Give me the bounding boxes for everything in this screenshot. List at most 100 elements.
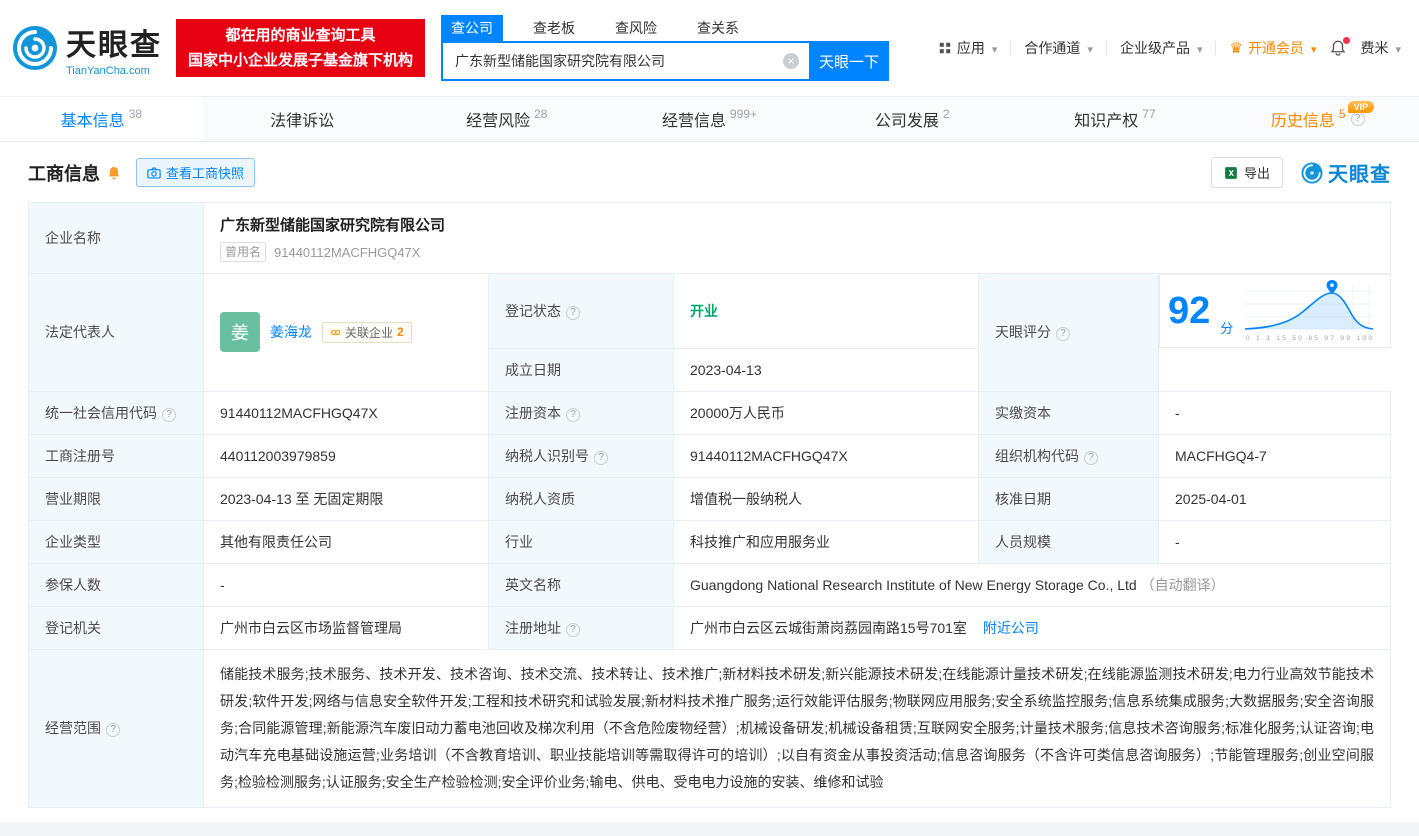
help-icon[interactable] [594,451,608,465]
table-row: 统一社会信用代码 91440112MACFHGQ47X 注册资本 20000万人… [29,391,1391,434]
tab-history-info[interactable]: VIP 历史信息 5 [1216,97,1419,141]
field-label-reg-authority: 登记机关 [29,606,204,649]
field-label-taxpayer-quality: 纳税人资质 [489,477,674,520]
tianyancha-watermark-icon [1301,162,1323,184]
taxpayer-quality-cell: 增值税一般纳税人 [674,477,979,520]
nav-apps[interactable]: 应用 [938,38,998,58]
search-tab-boss[interactable]: 查老板 [523,15,585,41]
promo-line-2: 国家中小企业发展子基金旗下机构 [188,48,413,73]
promo-line-1: 都在用的商业查询工具 [188,23,413,48]
brand-name: 天眼查 [66,20,162,64]
field-label-english-name: 英文名称 [489,563,674,606]
nav-user[interactable]: 费米 [1360,38,1401,58]
field-label-reg-address: 注册地址 [489,606,674,649]
field-label-name: 企业名称 [29,203,204,274]
org-code-cell: MACFHGQ4-7 [1159,434,1391,477]
notification-bell-icon[interactable] [1329,39,1347,57]
nearby-companies-link[interactable]: 附近公司 [983,620,1039,636]
help-icon[interactable] [566,306,580,320]
tab-intellectual-property[interactable]: 知识产权 77 [1014,97,1217,141]
brand-domain: TianYanCha.com [66,65,162,77]
divider [1010,41,1011,55]
auto-translate-note: （自动翻译） [1141,577,1225,593]
subscribe-bell-icon[interactable] [106,165,122,181]
tianyancha-watermark: 天眼查 [1301,158,1391,187]
help-icon[interactable] [162,408,176,422]
section-head: 工商信息 查看工商快照 导出 天眼查 [0,142,1419,200]
staff-size-cell: - [1159,520,1391,563]
tab-business-info[interactable]: 经营信息 999+ [608,97,811,141]
divider [1215,41,1216,55]
field-label-business-scope: 经营范围 [29,649,204,807]
tianyancha-logo-icon [12,25,58,71]
search-area: 查公司 查老板 查风险 查关系 天眼一下 [441,15,889,81]
help-icon[interactable] [1056,327,1070,341]
tab-legal-proceedings[interactable]: 法律诉讼 [203,97,406,141]
tab-company-development[interactable]: 公司发展 2 [811,97,1014,141]
chevron-down-icon [1195,40,1203,56]
export-button[interactable]: 导出 [1211,157,1283,188]
divider [1106,41,1107,55]
company-tabbar: 基本信息 38 法律诉讼 经营风险 28 经营信息 999+ 公司发展 2 知识… [0,96,1419,142]
search-input[interactable] [441,41,809,81]
reg-capital-cell: 20000万人民币 [674,391,979,434]
search-tab-relation[interactable]: 查关系 [687,15,749,41]
help-icon[interactable] [1084,451,1098,465]
chevron-down-icon [1085,40,1093,56]
legal-rep-link[interactable]: 姜海龙 [270,322,312,342]
field-label-establish-date: 成立日期 [489,348,674,391]
reg-status-cell: 开业 [674,274,979,349]
approval-date-cell: 2025-04-01 [1159,477,1391,520]
business-term-cell: 2023-04-13 至 无固定期限 [204,477,489,520]
field-label-reg-capital: 注册资本 [489,391,674,434]
field-label-approval-date: 核准日期 [979,477,1159,520]
search-button[interactable]: 天眼一下 [809,41,889,81]
section-title: 工商信息 [28,160,100,186]
search-tab-company[interactable]: 查公司 [441,15,503,41]
business-scope-cell: 储能技术服务;技术服务、技术开发、技术咨询、技术交流、技术转让、技术推广;新材料… [204,649,1391,807]
nav-enterprise[interactable]: 企业级产品 [1120,38,1203,58]
chevron-down-icon [1309,40,1317,56]
help-icon[interactable] [566,623,580,637]
excel-icon [1224,166,1238,180]
field-label-business-term: 营业期限 [29,477,204,520]
field-label-taxpayer-id: 纳税人识别号 [489,434,674,477]
field-label-reg-number: 工商注册号 [29,434,204,477]
company-type-cell: 其他有限责任公司 [204,520,489,563]
credit-code-cell: 91440112MACFHGQ47X [204,391,489,434]
field-label-legal-rep: 法定代表人 [29,274,204,392]
company-name: 广东新型储能国家研究院有限公司 [220,214,1374,235]
tianyancha-logo[interactable]: 天眼查 TianYanCha.com [12,20,162,77]
nav-partner[interactable]: 合作通道 [1024,38,1093,58]
industry-cell: 科技推广和应用服务业 [674,520,979,563]
table-row: 工商注册号 440112003979859 纳税人识别号 91440112MAC… [29,434,1391,477]
field-label-score: 天眼评分 [979,274,1159,392]
tab-basic-info[interactable]: 基本信息 38 [0,97,203,141]
business-info-table: 企业名称 广东新型储能国家研究院有限公司 曾用名 91440112MACFHGQ… [28,202,1391,808]
help-icon[interactable] [106,723,120,737]
legal-rep-avatar[interactable]: 姜 [220,312,260,352]
notification-dot [1343,37,1350,44]
legal-rep-cell: 姜 姜海龙 关联企业 2 [204,274,489,392]
clear-search-icon[interactable] [783,53,799,69]
related-companies-tag[interactable]: 关联企业 2 [322,322,412,343]
search-tab-risk[interactable]: 查风险 [605,15,667,41]
table-row: 参保人数 - 英文名称 Guangdong National Research … [29,563,1391,606]
field-label-paid-capital: 实缴资本 [979,391,1159,434]
score-pin-icon [1327,280,1338,294]
snapshot-button[interactable]: 查看工商快照 [136,158,255,187]
help-icon[interactable] [1351,112,1365,126]
field-label-industry: 行业 [489,520,674,563]
help-icon[interactable] [566,408,580,422]
nav-open-vip[interactable]: ♛ 开通会员 [1229,38,1316,58]
search-tabs: 查公司 查老板 查风险 查关系 [441,15,889,41]
camera-icon [147,167,161,179]
score-cell: 92 分 0 1 3 15 50 85 97 99 100 [1159,274,1391,348]
former-name-tag: 曾用名 [220,242,266,262]
table-row: 营业期限 2023-04-13 至 无固定期限 纳税人资质 增值税一般纳税人 核… [29,477,1391,520]
table-row: 登记机关 广州市白云区市场监督管理局 注册地址 广州市白云区云城街萧岗荔园南路1… [29,606,1391,649]
vip-badge: VIP [1348,101,1375,113]
tab-operation-risk[interactable]: 经营风险 28 [405,97,608,141]
chevron-down-icon [990,40,998,56]
promo-banner: 都在用的商业查询工具 国家中小企业发展子基金旗下机构 [176,19,425,77]
